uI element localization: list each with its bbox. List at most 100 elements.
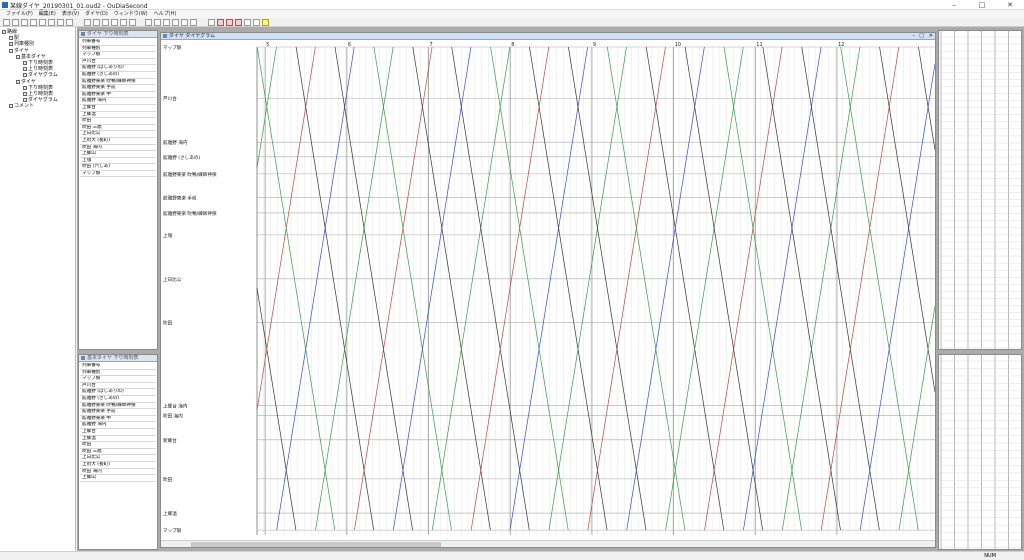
tree-node-label: コメント [14, 103, 35, 110]
timetable-row-label: 吹田 海内 [80, 469, 156, 476]
tree-node[interactable]: ダイヤ [16, 79, 36, 85]
tree-node[interactable]: 基本ダイヤ [16, 54, 46, 60]
upper-grid-lines [939, 31, 1021, 349]
menu-item-2[interactable]: 表示(V) [62, 10, 79, 18]
toolbar-button[interactable] [244, 19, 251, 26]
timetable-row-label: 上日比公 [80, 131, 156, 138]
tree-node[interactable]: ダイヤ [9, 48, 29, 54]
toolbar-button[interactable] [253, 19, 260, 26]
diagram-minimize-button[interactable]: – [913, 33, 916, 39]
diagram-window[interactable]: ダイヤ ダイヤグラム – □ ✕ 5 6 7 8 9 10 11 12 マップ駅 芦川台 館雅野 海… [160, 32, 936, 548]
timetable-row-label: 吹田 海内 [80, 145, 156, 152]
diagram-title: ダイヤ ダイヤグラム [169, 33, 216, 39]
diagram-maximize-button[interactable]: □ [919, 33, 924, 39]
tree-node[interactable]: 下り時刻表 [23, 85, 53, 91]
timetable-row-label: 上日比公 [80, 455, 156, 462]
tree-node-icon [9, 42, 13, 47]
diagram-caption: ダイヤ ダイヤグラム – □ ✕ [161, 33, 935, 40]
toolbar-button[interactable] [145, 19, 152, 26]
toolbar-button[interactable] [111, 19, 118, 26]
timetable-row-label: 上府大 (長町) [80, 462, 156, 469]
tree-node[interactable]: ダイヤグラム [23, 72, 58, 78]
station-label: 館雅野 海内 [163, 139, 188, 146]
timetable-icon [81, 356, 85, 360]
timetable-row-label: マップ駅 [80, 171, 156, 178]
toolbar-button[interactable] [217, 19, 224, 26]
timetable-row-label: 上郷温 [80, 436, 156, 443]
timetable-row-label: 吹田 [80, 442, 156, 449]
menu-item-5[interactable]: ヘルプ(H) [154, 10, 177, 18]
toolbar-button[interactable] [120, 19, 127, 26]
station-label: 上郷温 [163, 510, 177, 517]
toolbar-button[interactable] [48, 19, 55, 26]
toolbar-button[interactable] [57, 19, 64, 26]
toolbar-button[interactable] [93, 19, 100, 26]
route-tree[interactable]: 路線駅列車種別 ダイヤ 基本ダイヤ 下り時刻表 上り時刻表 ダイヤグラム ダイヤ 下り時刻表上… [0, 27, 76, 551]
station-label: 芦川台 [163, 95, 177, 102]
tree-node[interactable]: ダイヤグラム [23, 97, 58, 103]
toolbar-button[interactable] [235, 19, 242, 26]
toolbar-button[interactable] [181, 19, 188, 26]
tree-node-label: 路線 [7, 29, 18, 35]
tree-node[interactable]: 路線 [2, 29, 17, 35]
toolbar-button[interactable] [129, 19, 136, 26]
menu-item-3[interactable]: ダイヤ(D) [85, 10, 108, 18]
toolbar-button[interactable] [172, 19, 179, 26]
timetable-row-label: 館雅野 (ばしありの) [80, 65, 156, 72]
maximize-button[interactable]: □ [968, 0, 996, 10]
station-label: 館雅野 (さしあの) [163, 154, 200, 161]
timetable-row-label: 列車番号 [80, 363, 156, 370]
toolbar-button[interactable] [208, 19, 215, 26]
close-button[interactable]: ✕ [996, 0, 1024, 10]
tree-node-icon [23, 98, 27, 103]
toolbar-button[interactable] [39, 19, 46, 26]
toolbar-button[interactable] [30, 19, 37, 26]
toolbar-button[interactable] [12, 19, 19, 26]
minimize-button[interactable]: – [940, 0, 968, 10]
menu-item-4[interactable]: ウィンドウ(W) [114, 10, 148, 18]
timetable-row-label: 芦川台 [80, 59, 156, 66]
timetable-row-label: 上郷山 [80, 475, 156, 482]
tree-node[interactable]: コメント [9, 103, 34, 109]
lower-timetable-title: 基本ダイヤ 下り時刻表 [87, 355, 139, 361]
timetable-row-label: 館雅野 海内 [80, 422, 156, 429]
help-button[interactable] [262, 19, 269, 26]
diagram-close-button[interactable]: ✕ [929, 33, 933, 39]
toolbar-button[interactable] [190, 19, 197, 26]
toolbar-button[interactable] [102, 19, 109, 26]
timetable-row-label: マップ駅 [80, 376, 156, 383]
toolbar-button[interactable] [163, 19, 170, 26]
app-icon [2, 2, 8, 8]
timetable-row-label: 吹田 三鷹 [80, 125, 156, 132]
tree-node[interactable]: 列車種別 [9, 41, 34, 47]
upper-timetable-caption: ダイヤ 下り時刻表 [79, 31, 157, 38]
station-label: 上嶺 [163, 232, 173, 239]
menu-item-1[interactable]: 編集(E) [39, 10, 56, 18]
toolbar-button[interactable] [84, 19, 91, 26]
toolbar-button[interactable] [226, 19, 233, 26]
upper-timetable-window[interactable]: ダイヤ 下り時刻表 列車番号 列車種別 マップ駅 芦川台 館雅野 (ばしありの) 館雅野 … [78, 30, 158, 350]
station-label: 吹田 海内 [163, 412, 183, 419]
toolbar-button[interactable] [66, 19, 73, 26]
toolbar-button[interactable] [154, 19, 161, 26]
timetable-row-label: 館雅野東楽 吹鴨/練師神保 [80, 79, 156, 86]
tree-node-label: ダイヤ [14, 47, 29, 54]
timetable-row-label: 上郷台 [80, 429, 156, 436]
menu-item-0[interactable]: ファイル(F) [6, 10, 33, 18]
upper-timetable-grid[interactable] [938, 30, 1022, 350]
timetable-row-label: 上府大 (長町) [80, 138, 156, 145]
station-label: 吹田 [163, 476, 173, 483]
train-diagram-canvas[interactable]: 5 6 7 8 9 10 11 12マップ駅芦川台館雅野 海内館雅野 (さしあの)館雅野東楽 … [161, 41, 935, 541]
station-label: 館雅野東楽 吹鴨/練師神保 [163, 171, 217, 178]
tree-node-icon [23, 67, 27, 72]
diagram-background [161, 41, 935, 541]
timetable-icon [81, 32, 85, 36]
toolbar-button[interactable] [3, 19, 10, 26]
diagram-scroll-thumb[interactable] [191, 542, 441, 547]
toolbar-button[interactable] [21, 19, 28, 26]
tree-node-icon [9, 36, 13, 41]
lower-timetable-window[interactable]: 基本ダイヤ 下り時刻表 列車番号 列車種別 マップ駅 芦川台 館雅野 (ばしありの) 館雅… [78, 354, 158, 550]
diagram-h-scrollbar[interactable] [161, 540, 935, 547]
timetable-row-label: 館雅野 (ばしありの) [80, 389, 156, 396]
lower-timetable-grid[interactable] [938, 354, 1022, 550]
